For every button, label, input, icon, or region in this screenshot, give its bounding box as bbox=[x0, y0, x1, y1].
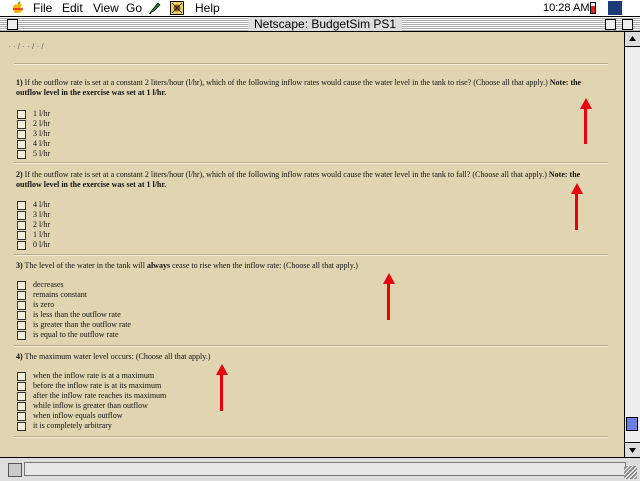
checkbox[interactable] bbox=[17, 412, 26, 421]
left-frame-edge bbox=[0, 32, 8, 457]
option-label: when inflow equals outflow bbox=[33, 411, 123, 420]
option-label: decreases bbox=[33, 280, 64, 289]
question-4-text: 4) The maximum water level occurs: (Choo… bbox=[16, 352, 606, 362]
netscape-icon[interactable] bbox=[608, 1, 622, 15]
checkbox[interactable] bbox=[17, 321, 26, 330]
checkbox[interactable] bbox=[17, 382, 26, 391]
option-label: 2 l/hr bbox=[33, 119, 51, 128]
checkbox[interactable] bbox=[17, 331, 26, 340]
annotation-arrow bbox=[571, 183, 583, 230]
question-4-prompt: The maximum water level occurs: (Choose … bbox=[22, 352, 211, 361]
close-box-icon[interactable] bbox=[7, 19, 18, 30]
annotation-arrow bbox=[216, 364, 228, 411]
option-label: 5 l/hr bbox=[33, 149, 51, 158]
menu-go[interactable]: Go bbox=[126, 1, 142, 15]
menubar: File Edit View Go Help 10:28 AM bbox=[0, 0, 640, 17]
checkbox[interactable] bbox=[17, 372, 26, 381]
apple-menu-icon[interactable] bbox=[12, 1, 24, 14]
scroll-thumb[interactable] bbox=[626, 417, 638, 431]
option-label: is greater than the outflow rate bbox=[33, 320, 131, 329]
option-label: is equal to the outflow rate bbox=[33, 330, 119, 339]
zoom-box-icon[interactable] bbox=[605, 19, 616, 30]
option-label: is less than the outflow rate bbox=[33, 310, 121, 319]
checkbox[interactable] bbox=[17, 201, 26, 210]
checkbox[interactable] bbox=[17, 291, 26, 300]
checkbox[interactable] bbox=[17, 211, 26, 220]
question-3-number: 3) bbox=[16, 261, 23, 270]
security-lock-icon[interactable] bbox=[8, 463, 22, 477]
question-3-prompt: The level of the water in the tank will bbox=[22, 261, 147, 270]
checkbox[interactable] bbox=[17, 150, 26, 159]
annotation-arrow bbox=[580, 98, 592, 144]
option-label: 4 l/hr bbox=[33, 200, 51, 209]
option-label: 0 l/hr bbox=[33, 240, 51, 249]
menu-view[interactable]: View bbox=[93, 1, 119, 15]
question-2-number: 2) bbox=[16, 170, 23, 179]
checkbox[interactable] bbox=[17, 221, 26, 230]
menu-edit[interactable]: Edit bbox=[62, 1, 83, 15]
arrow-down-icon bbox=[629, 448, 636, 453]
option-label: 3 l/hr bbox=[33, 129, 51, 138]
divider-top bbox=[14, 63, 608, 65]
app-switcher-icon[interactable] bbox=[170, 1, 184, 15]
status-message-field bbox=[24, 462, 626, 476]
checkbox[interactable] bbox=[17, 402, 26, 411]
question-2-text: 2) If the outflow rate is set at a const… bbox=[16, 170, 606, 190]
divider-3 bbox=[14, 345, 608, 347]
checkbox[interactable] bbox=[17, 130, 26, 139]
checkbox[interactable] bbox=[17, 110, 26, 119]
checkbox[interactable] bbox=[17, 311, 26, 320]
window-title: Netscape: BudgetSim PS1 bbox=[248, 17, 403, 31]
checkbox[interactable] bbox=[17, 422, 26, 431]
battery-icon bbox=[590, 2, 596, 14]
question-4-number: 4) bbox=[16, 352, 23, 361]
arrow-up-icon bbox=[629, 36, 636, 41]
option-label: remains constant bbox=[33, 290, 87, 299]
option-label: 4 l/hr bbox=[33, 139, 51, 148]
menu-file[interactable]: File bbox=[33, 1, 52, 15]
checkbox[interactable] bbox=[17, 301, 26, 310]
resize-grip-icon[interactable] bbox=[624, 466, 637, 479]
scroll-up-button[interactable] bbox=[625, 32, 640, 47]
question-1-text: 1) If the outflow rate is set at a const… bbox=[16, 78, 606, 98]
window-titlebar[interactable]: Netscape: BudgetSim PS1 bbox=[0, 17, 640, 32]
divider-bottom bbox=[14, 436, 608, 438]
status-bar bbox=[0, 457, 640, 481]
question-2-prompt: If the outflow rate is set at a constant… bbox=[22, 170, 549, 179]
option-label: after the inflow rate reaches its maximu… bbox=[33, 391, 167, 400]
menubar-clock[interactable]: 10:28 AM bbox=[543, 1, 589, 15]
checkbox[interactable] bbox=[17, 392, 26, 401]
checkbox[interactable] bbox=[17, 120, 26, 129]
question-1-number: 1) bbox=[16, 78, 23, 87]
question-1-prompt: If the outflow rate is set at a constant… bbox=[22, 78, 550, 87]
question-3-prompt-end: cease to rise when the inflow rate: (Cho… bbox=[170, 261, 358, 270]
checkbox[interactable] bbox=[17, 140, 26, 149]
collapse-box-icon[interactable] bbox=[622, 19, 633, 30]
option-label: 2 l/hr bbox=[33, 220, 51, 229]
option-label: 3 l/hr bbox=[33, 210, 51, 219]
checkbox[interactable] bbox=[17, 281, 26, 290]
vertical-scrollbar[interactable] bbox=[624, 32, 640, 457]
divider-2 bbox=[14, 254, 608, 256]
option-label: 1 l/hr bbox=[33, 230, 51, 239]
browser-window: Netscape: BudgetSim PS1 · · / · · / · / … bbox=[0, 17, 640, 481]
checkbox[interactable] bbox=[17, 241, 26, 250]
annotation-arrow bbox=[383, 273, 395, 320]
question-3-emphasis: always bbox=[146, 261, 171, 270]
option-label: it is completely arbitrary bbox=[33, 421, 112, 430]
page-content: · · / · · / · / 1) If the outflow rate i… bbox=[0, 32, 624, 457]
menu-help[interactable]: Help bbox=[195, 1, 220, 15]
question-3-text: 3) The level of the water in the tank wi… bbox=[16, 261, 606, 271]
option-label: before the inflow rate is at its maximum bbox=[33, 381, 162, 390]
option-label: is zero bbox=[33, 300, 55, 309]
option-label: when the inflow rate is at a maximum bbox=[33, 371, 155, 380]
divider-1 bbox=[14, 162, 608, 164]
option-label: 1 l/hr bbox=[33, 109, 51, 118]
checkbox[interactable] bbox=[17, 231, 26, 240]
scroll-down-button[interactable] bbox=[625, 442, 640, 457]
option-label: while inflow is greater than outflow bbox=[33, 401, 148, 410]
pen-tool-icon[interactable] bbox=[148, 1, 162, 15]
top-frame-breadcrumb: · · / · · / · / bbox=[8, 42, 44, 51]
